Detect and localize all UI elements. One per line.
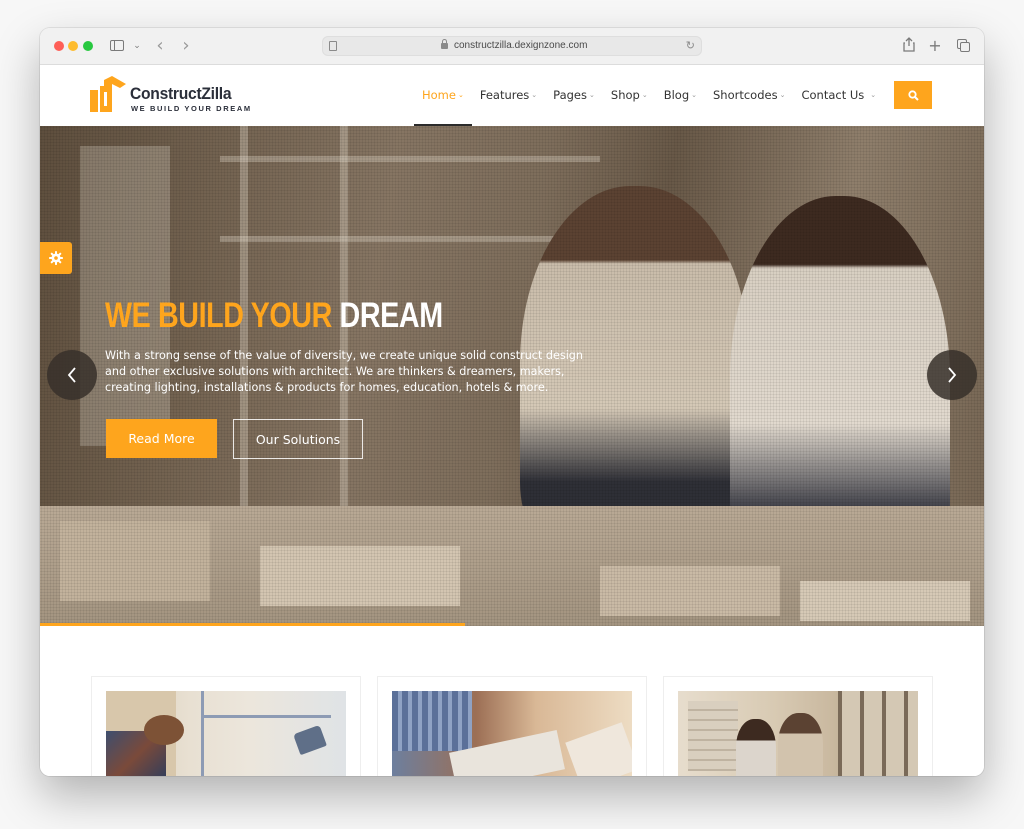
search-icon xyxy=(907,89,919,101)
nav-item-shop[interactable]: Shop ⌄ xyxy=(611,65,648,126)
image-head xyxy=(144,715,184,745)
search-button[interactable] xyxy=(894,81,932,109)
chevron-down-icon[interactable]: ⌄ xyxy=(132,37,142,55)
chevron-down-icon: ⌄ xyxy=(779,91,786,99)
browser-window: ⌄ ‹ › constructzilla.dexignzone.com ↻ + … xyxy=(40,28,984,776)
hero-slider: WE BUILD YOUR DREAM With a strong sense … xyxy=(40,126,984,626)
service-card[interactable] xyxy=(663,676,933,776)
chevron-down-icon: ⌄ xyxy=(691,91,697,99)
service-card[interactable] xyxy=(377,676,647,776)
nav-item-contact-us[interactable]: Contact Us ⌄ xyxy=(801,65,876,126)
nav-label: Home xyxy=(422,88,456,102)
slider-prev-button[interactable] xyxy=(47,350,97,400)
nav-item-blog[interactable]: Blog ⌄ xyxy=(664,65,697,126)
chevron-down-icon: ⌄ xyxy=(457,91,464,99)
slider-next-button[interactable] xyxy=(927,350,977,400)
brand-name: ConstructZilla xyxy=(130,84,232,103)
hero-description: With a strong sense of the value of dive… xyxy=(105,349,584,394)
hero-title: WE BUILD YOUR DREAM xyxy=(105,296,443,336)
nav-label: Shortcodes xyxy=(713,88,778,102)
hero-title-plain: DREAM xyxy=(339,296,444,335)
reader-icon[interactable] xyxy=(329,41,337,51)
nav-item-features[interactable]: Features ⌄ xyxy=(480,65,537,126)
nav-label: Contact Us xyxy=(801,88,865,102)
logo-building-icon xyxy=(90,76,126,112)
forward-button[interactable]: › xyxy=(179,37,193,55)
nav-label: Blog xyxy=(663,88,690,102)
tabs-icon[interactable] xyxy=(955,37,971,55)
image-person-woman xyxy=(736,719,776,776)
nav-item-home[interactable]: Home ⌄ xyxy=(414,65,472,126)
chevron-down-icon: ⌄ xyxy=(641,91,648,99)
site-header: ConstructZilla WE BUILD YOUR DREAM Home … xyxy=(40,65,984,126)
nav-item-shortcodes[interactable]: Shortcodes ⌄ xyxy=(713,65,785,126)
nav-item-pages[interactable]: Pages ⌄ xyxy=(553,65,595,126)
service-card[interactable] xyxy=(91,676,361,776)
minimize-window-button[interactable] xyxy=(68,41,78,51)
share-icon[interactable] xyxy=(902,37,916,55)
address-bar[interactable]: constructzilla.dexignzone.com ↻ xyxy=(322,36,702,56)
services-section xyxy=(40,626,984,776)
image-shelves xyxy=(838,691,918,776)
url-text[interactable]: constructzilla.dexignzone.com xyxy=(454,40,587,51)
reload-icon[interactable]: ↻ xyxy=(686,39,695,52)
lock-icon xyxy=(441,39,448,49)
hero-title-accent: WE BUILD YOUR xyxy=(105,296,332,335)
image-person-man xyxy=(778,713,823,776)
browser-toolbar: ⌄ ‹ › constructzilla.dexignzone.com ↻ + xyxy=(40,28,984,65)
card-image[interactable] xyxy=(678,691,918,776)
logo[interactable]: ConstructZilla WE BUILD YOUR DREAM xyxy=(90,76,250,116)
nav-label: Pages xyxy=(553,88,588,102)
chevron-down-icon: ⌄ xyxy=(870,91,877,99)
image-frame xyxy=(201,715,331,718)
settings-panel-toggle[interactable] xyxy=(40,242,72,274)
read-more-button[interactable]: Read More xyxy=(106,419,217,458)
nav-label: Features xyxy=(479,88,530,102)
main-nav: Home ⌄ Features ⌄ Pages ⌄ Shop ⌄ Blog ⌄ … xyxy=(414,65,892,126)
image-frame xyxy=(201,691,204,776)
image-laptop xyxy=(565,722,632,776)
chevron-down-icon: ⌄ xyxy=(589,91,595,99)
card-image[interactable] xyxy=(392,691,632,776)
image-blueprints xyxy=(688,701,738,771)
back-button[interactable]: ‹ xyxy=(153,37,167,55)
image-shirt xyxy=(392,691,472,751)
brand-tagline: WE BUILD YOUR DREAM xyxy=(131,104,252,113)
chevron-left-icon xyxy=(67,367,76,383)
sidebar-icon[interactable] xyxy=(110,37,126,55)
our-solutions-button[interactable]: Our Solutions xyxy=(233,419,363,459)
close-window-button[interactable] xyxy=(54,41,64,51)
chevron-down-icon: ⌄ xyxy=(531,91,538,99)
nav-label: Shop xyxy=(610,88,640,102)
image-lamp xyxy=(293,724,327,756)
card-image[interactable] xyxy=(106,691,346,776)
chevron-right-icon xyxy=(948,367,957,383)
new-tab-button[interactable]: + xyxy=(928,37,942,55)
gear-icon xyxy=(49,251,63,265)
maximize-window-button[interactable] xyxy=(83,41,93,51)
